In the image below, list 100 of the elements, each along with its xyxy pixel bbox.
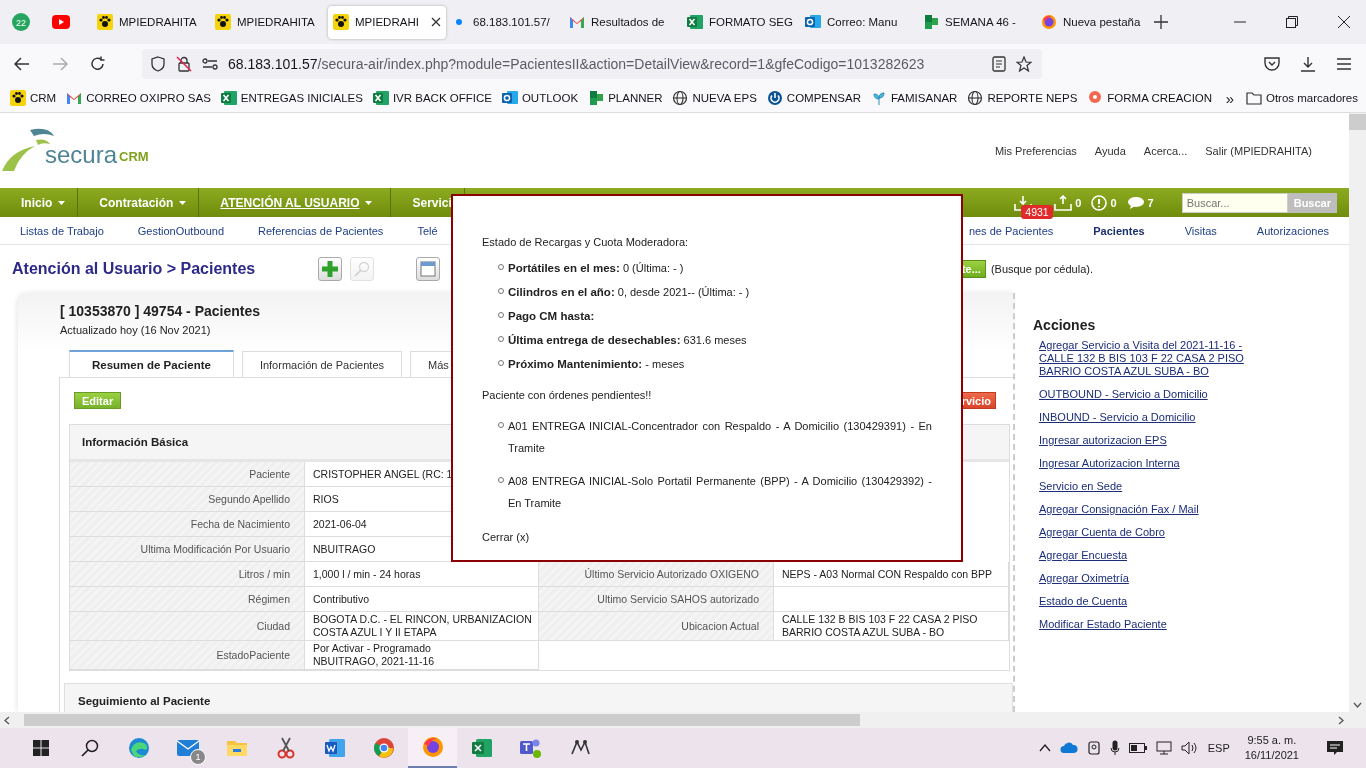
network-icon[interactable] [1155, 741, 1172, 755]
calendar-button[interactable] [416, 257, 440, 281]
bookmark-link[interactable]: REPORTE NEPS [987, 92, 1078, 104]
windows-logo-icon[interactable] [32, 740, 49, 756]
bookmark-link[interactable]: CORREO OXIPRO SAS [86, 92, 211, 104]
record-tab[interactable]: Resumen de Paciente [69, 350, 234, 377]
browser-tab[interactable]: MPIEDRAHI [328, 5, 446, 39]
submenu-link[interactable]: nes de Pacientes [968, 224, 1054, 237]
action-link[interactable]: Agregar Encuesta [1039, 549, 1253, 562]
back-icon[interactable] [14, 57, 30, 71]
action-link[interactable]: OUTBOUND - Servicio a Domicilio [1039, 388, 1253, 401]
pocket-icon[interactable] [1264, 56, 1280, 72]
scroll-down-icon[interactable] [1353, 702, 1362, 708]
action-link[interactable]: Agregar Consignación Fax / Mail [1039, 503, 1253, 516]
close-link[interactable]: Cerrar (x) [482, 531, 530, 543]
browser-tab[interactable]: Resultados de [564, 5, 682, 39]
bookmark-link[interactable]: NUEVA EPS [692, 92, 757, 104]
bookmark-link[interactable]: FAMISANAR [890, 92, 958, 104]
status-item: Portátiles en el mes: 0 (Última: - ) [508, 262, 684, 275]
new-tab-icon[interactable] [1154, 15, 1168, 29]
more-bookmarks-button[interactable]: » [1225, 89, 1234, 107]
microphone-icon[interactable] [1109, 740, 1120, 756]
browser-tab[interactable]: SEMANA 46 - [918, 5, 1036, 39]
browser-tab[interactable]: 68.183.101.57/ [446, 5, 564, 39]
action-link[interactable]: Modificar Estado Paciente [1039, 618, 1253, 631]
browser-tab[interactable]: Nueva pestaña [1036, 5, 1154, 39]
action-link[interactable]: Estado de Cuenta [1039, 595, 1253, 608]
record-tab[interactable]: Información de Pacientes [241, 351, 403, 377]
action-link[interactable]: Agregar Servicio a Visita del 2021-11-16 - CALLE 132 B BIS 103 F 22 CASA 2 PISO BARRIO COSTA AZUL SUBA - BO [1039, 339, 1253, 378]
action-link[interactable]: Servicio en Sede [1039, 480, 1253, 493]
header-link[interactable]: Ayuda [1094, 144, 1126, 157]
inbox-upload-icon[interactable] [1054, 194, 1073, 211]
download-icon[interactable] [1300, 56, 1316, 72]
menu-icon[interactable] [1336, 57, 1352, 71]
scroll-thumb[interactable] [1349, 114, 1366, 130]
bookmark-link[interactable]: OUTLOOK [521, 92, 579, 104]
header-link[interactable]: Acerca... [1143, 144, 1188, 157]
speaker-icon[interactable] [1180, 741, 1199, 755]
field-label: Fecha de Nacimiento [70, 512, 305, 537]
fox-browser-icon[interactable] [421, 736, 444, 758]
bookmark-link[interactable]: CRM [30, 92, 57, 104]
bookmark-link[interactable]: FORMA CREACION [1107, 92, 1213, 104]
scroll-right-icon[interactable] [1338, 715, 1344, 725]
submenu-link[interactable]: Pacientes [1093, 224, 1145, 237]
notification-center-icon[interactable] [1326, 740, 1344, 756]
count-label: 0 [1075, 196, 1082, 209]
header-link[interactable]: Mis Preferencias [994, 144, 1077, 157]
submenu-link[interactable]: GestionOutbound [137, 224, 224, 237]
scroll-left-icon[interactable] [4, 715, 10, 725]
submenu-link[interactable]: Visitas [1184, 224, 1217, 237]
submenu-link[interactable]: Telé [417, 224, 438, 237]
bookmark-link[interactable]: PLANNER [608, 92, 663, 104]
bookmark-link[interactable]: ENTREGAS INICIALES [240, 92, 363, 104]
clock[interactable]: 9:55 a. m. 16/11/2021 [1244, 733, 1299, 763]
action-link[interactable]: Ingresar Autorizacion Interna [1039, 457, 1253, 470]
reload-icon[interactable] [90, 56, 106, 72]
scissors-icon[interactable] [275, 737, 296, 759]
alert-icon[interactable] [1091, 194, 1108, 211]
teams-icon[interactable] [518, 737, 543, 759]
word-document-icon[interactable] [323, 738, 346, 758]
wave-browser-icon[interactable] [127, 737, 150, 759]
restore-icon[interactable] [1286, 16, 1298, 28]
bookmark-folder[interactable]: Otros marcadores [1265, 92, 1358, 104]
submenu-link[interactable]: Referencias de Pacientes [258, 224, 384, 237]
scroll-thumb[interactable] [24, 714, 860, 726]
vertical-scrollbar[interactable] [1349, 113, 1366, 712]
reader-view-icon[interactable] [992, 56, 1006, 72]
permissions-icon [202, 58, 218, 70]
chevron-up-icon[interactable] [1038, 744, 1051, 752]
close-icon[interactable] [431, 17, 441, 27]
browser-tab[interactable]: Correo: Manu [800, 5, 918, 39]
video-play-icon[interactable] [52, 15, 70, 29]
horizontal-scrollbar[interactable] [0, 712, 1366, 728]
action-link[interactable]: Agregar Cuenta de Cobro [1039, 526, 1253, 539]
action-link[interactable]: INBOUND - Servicio a Domicilio [1039, 411, 1253, 424]
action-link[interactable]: Agregar Oximetría [1039, 572, 1253, 585]
address-bar[interactable]: 68.183.101.57/secura-air/index.php?module=PacientesII&action=DetailView&record=1&gfeCodigo=1013282623 [142, 49, 1042, 79]
cloud-icon[interactable] [1059, 742, 1078, 754]
browser-tab[interactable]: MPIEDRAHITA [210, 5, 328, 39]
camera-icon[interactable] [1086, 741, 1101, 755]
submenu-link[interactable]: Listas de Trabajo [20, 224, 104, 237]
action-link[interactable]: Ingresar autorizacion EPS [1039, 434, 1253, 447]
submenu-link[interactable]: Autorizaciones [1256, 224, 1329, 237]
bookmark-link[interactable]: COMPENSAR [786, 92, 861, 104]
round-browser-icon[interactable] [372, 737, 395, 759]
language-indicator[interactable]: ESP [1207, 742, 1230, 754]
battery-icon[interactable] [1128, 743, 1147, 753]
close-icon[interactable] [1338, 16, 1350, 28]
bookmark-link[interactable]: IVR BACK OFFICE [392, 92, 492, 104]
add-button[interactable] [318, 257, 342, 281]
folder-icon[interactable] [225, 739, 248, 757]
header-link[interactable]: Salir (MPIEDRAHITA) [1205, 144, 1312, 157]
search-field[interactable]: Buscar... [1181, 192, 1288, 213]
star-icon[interactable] [1016, 56, 1032, 72]
search-icon[interactable] [80, 739, 99, 757]
browser-tab[interactable]: FORMATO SEG [682, 5, 800, 39]
browser-tab[interactable]: MPIEDRAHITA [92, 5, 210, 39]
chat-bubble-icon[interactable] [1126, 195, 1145, 210]
spreadsheet-icon[interactable] [470, 738, 493, 758]
calendar-icon [420, 261, 436, 277]
